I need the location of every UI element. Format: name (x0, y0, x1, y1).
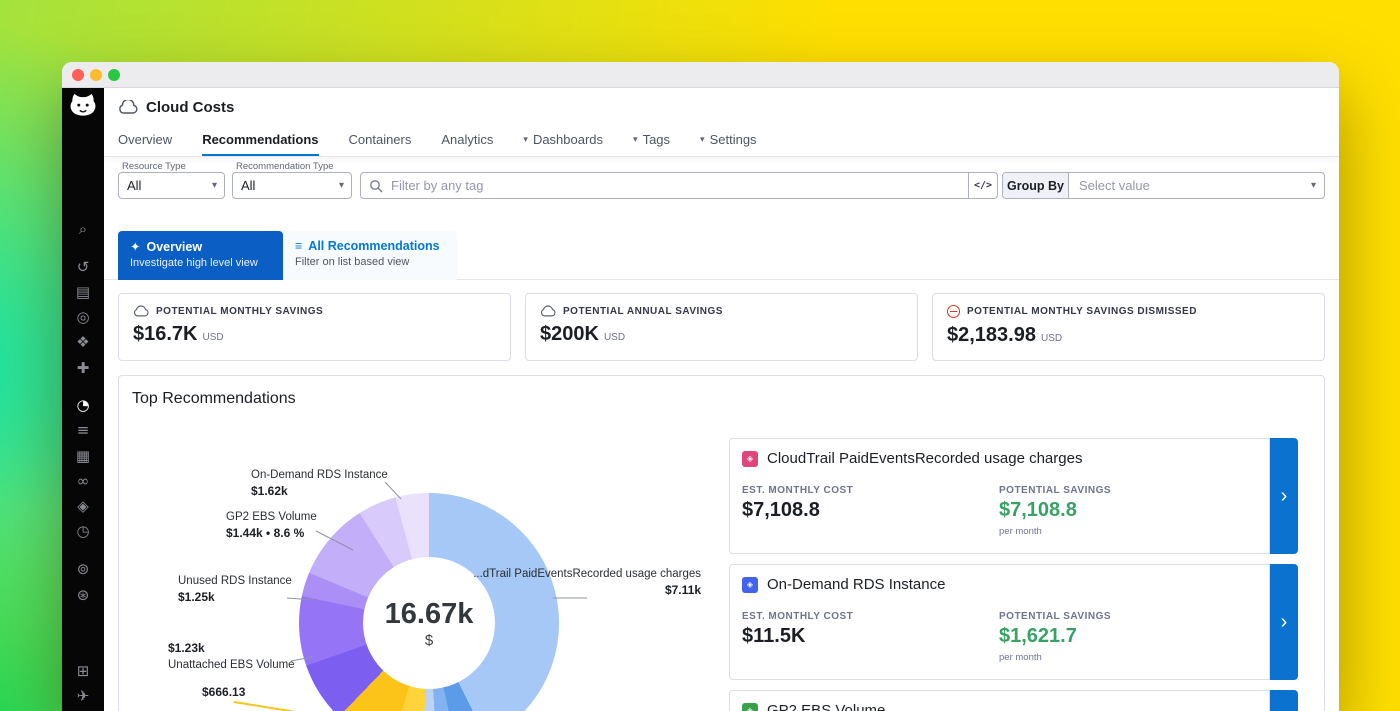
chevron-down-icon: ▾ (700, 134, 705, 145)
tab-containers[interactable]: Containers (349, 126, 412, 156)
overview-view-toggle[interactable]: ✦Overview Investigate high level view (118, 231, 283, 280)
page-header: Cloud Costs (104, 88, 1339, 126)
dismissed-savings-card: POTENTIAL MONTHLY SAVINGS DISMISSED $2,1… (932, 293, 1325, 361)
tab-tags[interactable]: ▾Tags (633, 126, 670, 156)
open-recommendation-button[interactable]: › (1270, 438, 1298, 554)
minimize-button[interactable] (90, 69, 102, 81)
chart-icon[interactable]: ▤ (62, 283, 104, 301)
cloud-savings-icon (133, 305, 149, 317)
recommendation-card: ◈ CloudTrail PaidEventsRecorded usage ch… (729, 438, 1298, 554)
chevron-down-icon: ▾ (1311, 180, 1324, 191)
group-by-control: Group By Select value ▾ (1002, 172, 1325, 199)
list-icon: ≡ (295, 239, 302, 253)
open-recommendation-button[interactable]: › (1270, 564, 1298, 680)
srm-icon[interactable]: ⊛ (62, 586, 104, 604)
app-sidebar: ⌕ ↺ ▤ ◎ ❖ ✚ ◔ ≡ ▦ ∞ ◈ ◷ ⊚ ⊛ ⊞ ✈ ⚙ (62, 88, 104, 711)
recommendation-card-body[interactable]: ◈ On-Demand RDS Instance EST. MONTHLY CO… (729, 564, 1270, 680)
donut-total: 16.67k (385, 598, 474, 631)
panel-title: Top Recommendations (132, 390, 296, 408)
chaos-icon[interactable]: ⊚ (62, 560, 104, 578)
services-icon[interactable]: ❖ (62, 333, 104, 351)
history-icon[interactable]: ↺ (62, 258, 104, 276)
callout-gp2-ebs: GP2 EBS Volume $1.44k • 8.6 % (226, 511, 317, 540)
top-recommendations-panel: Top Recommendations 16.67k $ On-Demand R… (118, 375, 1325, 711)
governance-icon[interactable]: ◷ (62, 522, 104, 540)
chevron-down-icon: ▾ (523, 134, 528, 145)
dashboards-icon[interactable]: ▦ (62, 447, 104, 465)
est-monthly-cost: $11.5K (742, 625, 805, 648)
chevron-right-icon: › (1281, 611, 1288, 634)
view-toggle: ✦Overview Investigate high level view ≡A… (104, 231, 1339, 280)
desktop-background: ⌕ ↺ ▤ ◎ ❖ ✚ ◔ ≡ ▦ ∞ ◈ ◷ ⊚ ⊛ ⊞ ✈ ⚙ Cloud … (0, 0, 1400, 711)
app-window: ⌕ ↺ ▤ ◎ ❖ ✚ ◔ ≡ ▦ ∞ ◈ ◷ ⊚ ⊛ ⊞ ✈ ⚙ Cloud … (62, 62, 1339, 711)
recommendations-icon[interactable]: ≡ (62, 421, 104, 439)
open-recommendation-button[interactable]: › (1270, 690, 1298, 711)
security-icon[interactable]: ◈ (62, 497, 104, 515)
chevron-down-icon: ▾ (212, 180, 224, 191)
monthly-savings-card: POTENTIAL MONTHLY SAVINGS $16.7KUSD (118, 293, 511, 361)
rds-service-icon: ◈ (742, 577, 758, 593)
chevron-down-icon: ▾ (633, 134, 638, 145)
window-titlebar (62, 62, 1339, 88)
resource-type-select[interactable]: All ▾ (118, 172, 225, 199)
cloud-costs-module-icon (118, 100, 138, 114)
ebs-service-icon: ◈ (742, 703, 758, 711)
group-by-select[interactable]: Select value ▾ (1069, 173, 1324, 198)
recommendation-card-body[interactable]: ◈ GP2 EBS Volume (729, 690, 1270, 711)
search-input[interactable] (383, 178, 968, 193)
savings-summary: POTENTIAL MONTHLY SAVINGS $16.7KUSD POTE… (104, 293, 1339, 361)
annual-savings-card: POTENTIAL ANNUAL SAVINGS $200KUSD (525, 293, 918, 361)
search-icon (369, 179, 383, 193)
pipelines-icon[interactable]: ◎ (62, 308, 104, 326)
recommendation-type-select[interactable]: All ▾ (232, 172, 352, 199)
group-by-label: Group By (1003, 173, 1069, 198)
cloudtrail-service-icon: ◈ (742, 451, 758, 467)
est-monthly-cost: $7,108.8 (742, 499, 820, 522)
dismissed-icon (947, 305, 960, 318)
search-icon[interactable]: ⌕ (62, 220, 104, 238)
recommendation-card-body[interactable]: ◈ CloudTrail PaidEventsRecorded usage ch… (729, 438, 1270, 554)
tab-analytics[interactable]: Analytics (441, 126, 493, 156)
potential-savings: $7,108.8 (999, 499, 1077, 522)
sparkle-icon: ✦ (130, 239, 140, 254)
builds-icon[interactable]: ✚ (62, 359, 104, 377)
close-button[interactable] (72, 69, 84, 81)
connectors-icon[interactable]: ∞ (62, 472, 104, 490)
recommendation-card: ◈ On-Demand RDS Instance EST. MONTHLY CO… (729, 564, 1298, 680)
tag-filter-search (360, 172, 968, 199)
callout-on-demand-rds: On-Demand RDS Instance $1.62k (251, 469, 388, 498)
chevron-down-icon: ▾ (339, 180, 351, 191)
all-recommendations-view-toggle[interactable]: ≡All Recommendations Filter on list base… (283, 231, 457, 280)
tab-dashboards[interactable]: ▾Dashboards (523, 126, 603, 156)
zoom-button[interactable] (108, 69, 120, 81)
deploy-icon[interactable]: ✈ (62, 687, 104, 705)
callout-small-slice: $666.13 (202, 682, 245, 699)
tab-recommendations[interactable]: Recommendations (202, 126, 318, 156)
page-title: Cloud Costs (146, 99, 234, 116)
donut-unit: $ (425, 632, 433, 649)
filter-bar: Resource Type All ▾ Recommendation Type … (104, 157, 1339, 231)
code-filter-button[interactable]: </> (968, 172, 998, 199)
main-content: Cloud Costs Overview Recommendations Con… (104, 88, 1339, 711)
potential-savings: $1,621.7 (999, 625, 1077, 648)
tab-settings[interactable]: ▾Settings (700, 126, 757, 156)
tab-overview[interactable]: Overview (118, 126, 172, 156)
callout-cloudtrail: ...dTrail PaidEventsRecorded usage charg… (441, 568, 701, 597)
cloud-savings-icon (540, 305, 556, 317)
cloud-costs-icon[interactable]: ◔ (62, 396, 104, 414)
plugins-icon[interactable]: ⊞ (62, 662, 104, 680)
resource-type-label: Resource Type (122, 161, 186, 172)
callout-unused-rds: Unused RDS Instance $1.25k (178, 575, 292, 604)
module-tab-bar: Overview Recommendations Containers Anal… (104, 126, 1339, 157)
harness-logo[interactable] (68, 91, 98, 121)
recommendation-type-label: Recommendation Type (236, 161, 334, 172)
recommendation-card: ◈ GP2 EBS Volume › (729, 690, 1298, 711)
chevron-right-icon: › (1281, 485, 1288, 508)
callout-unattached-ebs: $1.23k Unattached EBS Volume (168, 638, 295, 671)
